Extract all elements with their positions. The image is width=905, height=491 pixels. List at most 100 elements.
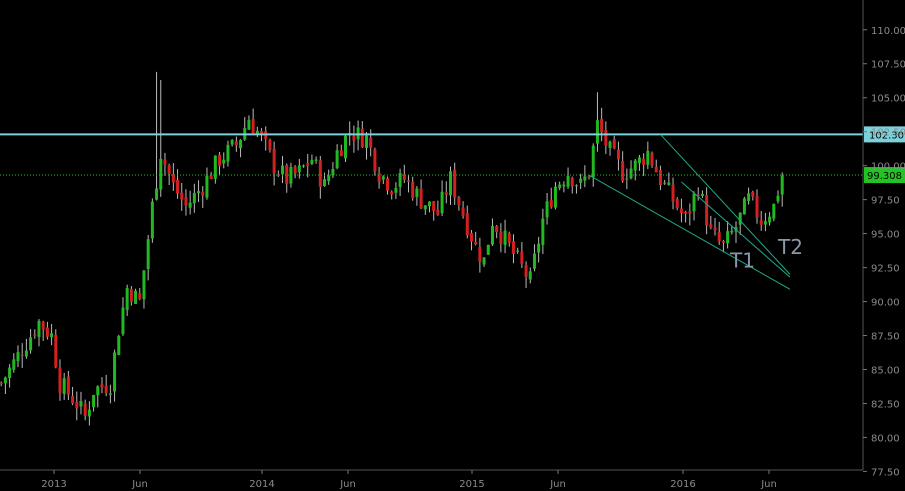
candle-up: [528, 271, 532, 280]
date-tick-label: Jun: [131, 479, 148, 490]
candle-up: [150, 201, 154, 239]
candle-down: [587, 176, 591, 178]
candle-down: [66, 376, 70, 395]
candle-up: [625, 178, 629, 180]
candle-down: [0, 382, 3, 384]
candle-down: [390, 191, 394, 195]
candle-up: [192, 192, 196, 204]
candle-up: [37, 320, 41, 337]
candle-up: [142, 270, 146, 300]
candle-down: [33, 334, 37, 336]
candle-up: [776, 195, 780, 202]
candle-down: [600, 118, 604, 133]
price-tick-label: 80.00: [871, 433, 900, 444]
candle-up: [96, 386, 100, 396]
candle-up: [646, 150, 650, 165]
candle-down: [377, 173, 381, 183]
candle-up: [591, 145, 595, 178]
candle-up: [222, 159, 226, 164]
candle-up: [742, 198, 746, 215]
candle-up: [768, 216, 772, 223]
candle-up: [365, 135, 369, 148]
candle-up: [490, 225, 494, 245]
date-tick-label: 2014: [249, 479, 274, 490]
candle-down: [684, 211, 688, 214]
candle-up: [415, 188, 419, 197]
candle-up: [541, 218, 545, 245]
candle-up: [629, 168, 633, 179]
chart-background: [0, 0, 905, 491]
candle-down: [129, 288, 133, 302]
candle-down: [104, 385, 108, 393]
price-tick-label: 107.50: [871, 60, 905, 71]
candle-up: [230, 140, 234, 145]
candle-down: [675, 199, 679, 208]
candle-up: [159, 158, 163, 190]
candle-down: [201, 191, 205, 196]
candle-down: [520, 251, 524, 264]
candle-down: [260, 130, 264, 134]
candle-down: [469, 232, 473, 242]
candle-up: [226, 144, 230, 162]
candle-up: [92, 394, 96, 408]
candle-up: [667, 182, 671, 185]
candle-up: [125, 288, 129, 310]
candle-down: [184, 197, 188, 206]
candle-up: [562, 184, 566, 187]
candle-up: [545, 201, 549, 218]
price-tick-label: 97.50: [871, 196, 900, 207]
candle-up: [763, 221, 767, 225]
candle-down: [306, 163, 310, 167]
candle-down: [549, 199, 553, 208]
candle-up: [700, 194, 704, 196]
candle-down: [650, 152, 654, 166]
candle-up: [327, 175, 331, 182]
price-tick-label: 85.00: [871, 365, 900, 376]
candle-up: [247, 120, 251, 130]
candle-down: [713, 227, 717, 231]
price-tick-label: 100.00: [871, 162, 905, 173]
candle-up: [113, 352, 117, 392]
date-tick-label: 2016: [670, 479, 695, 490]
candle-down: [83, 403, 87, 416]
candle-down: [612, 139, 616, 149]
price-tick-label: 105.00: [871, 94, 905, 105]
candle-up: [780, 175, 784, 195]
candle-down: [167, 165, 171, 175]
candle-up: [134, 290, 138, 304]
candle-down: [411, 181, 415, 198]
candle-up: [239, 139, 243, 149]
date-tick-label: Jun: [549, 479, 566, 490]
candle-down: [138, 292, 142, 299]
candle-up: [29, 337, 33, 351]
candle-down: [386, 178, 390, 191]
candle-up: [427, 201, 431, 207]
candle-down: [654, 166, 658, 173]
candle-down: [465, 213, 469, 236]
candle-up: [314, 159, 318, 161]
candle-down: [499, 231, 503, 244]
candle-down: [621, 161, 625, 182]
candle-down: [71, 396, 75, 404]
candle-up: [423, 205, 427, 210]
candle-down: [360, 128, 364, 148]
candle-down: [755, 195, 759, 218]
candle-up: [335, 150, 339, 169]
candle-up: [197, 191, 201, 194]
candle-up: [302, 165, 306, 167]
candle-down: [759, 220, 763, 225]
candle-down: [100, 384, 104, 388]
candle-up: [637, 157, 641, 164]
candle-down: [570, 177, 574, 187]
candle-up: [738, 212, 742, 225]
candle-down: [604, 130, 608, 146]
candle-up: [772, 203, 776, 219]
candle-up: [726, 231, 730, 244]
candle-down: [444, 192, 448, 195]
date-tick-label: Jun: [760, 479, 777, 490]
candle-down: [218, 154, 222, 166]
price-tick-label: 92.50: [871, 264, 900, 275]
candle-up: [532, 253, 536, 269]
candle-down: [272, 148, 276, 174]
candle-down: [507, 233, 511, 243]
